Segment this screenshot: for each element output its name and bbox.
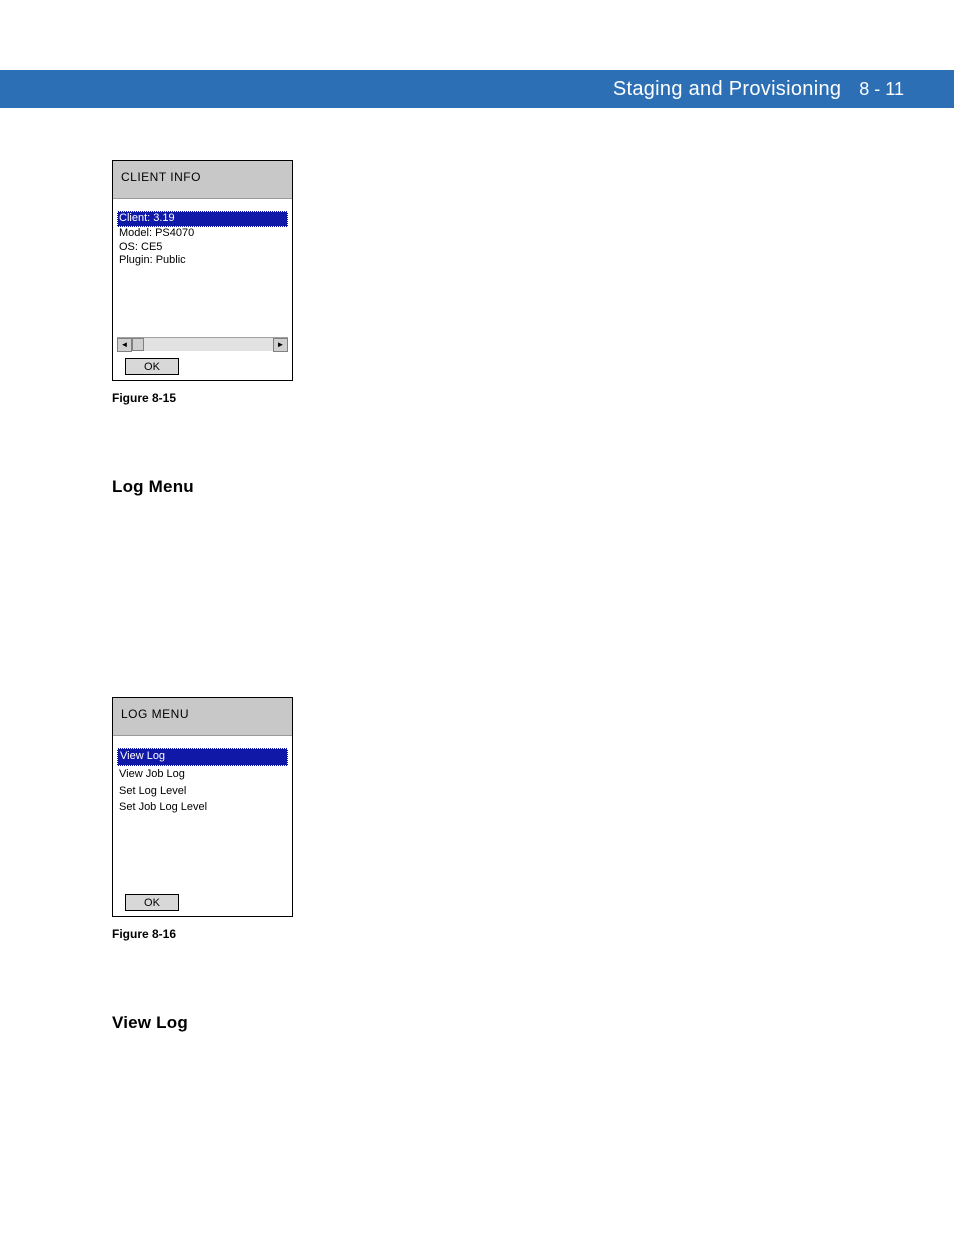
ok-button-label: OK [144,361,160,373]
ok-button[interactable]: OK [125,894,179,911]
scroll-track[interactable] [144,338,273,351]
client-info-line-model: Model: PS4070 [117,227,288,241]
figure-16-caption: Figure 8-16 [112,927,852,941]
log-menu-item-set-job-log-level[interactable]: Set Job Log Level [117,800,288,816]
horizontal-scrollbar[interactable]: ◄ ► [117,337,288,351]
page-header-bar: Staging and Provisioning 8 - 11 [0,70,954,108]
log-menu-dialog: LOG MENU View Log View Job Log Set Log L… [112,697,293,917]
client-info-dialog-title: CLIENT INFO [113,161,292,199]
view-log-heading: View Log [112,1013,852,1033]
scroll-right-button[interactable]: ► [273,338,288,352]
log-menu-item-view-log[interactable]: View Log [117,748,288,766]
ok-button-label: OK [144,897,160,909]
log-menu-footer: OK [113,891,292,916]
log-menu-body: View Log View Job Log Set Log Level Set … [113,736,292,891]
page-header-number: 8 - 11 [859,79,904,100]
page-content-area: CLIENT INFO Client: 3.19 Model: PS4070 O… [112,160,852,1043]
spacer [112,507,852,697]
ok-button[interactable]: OK [125,358,179,375]
client-info-line-plugin: Plugin: Public [117,254,288,268]
client-info-line-os: OS: CE5 [117,241,288,255]
triangle-left-icon: ◄ [121,341,129,349]
log-menu-heading: Log Menu [112,477,852,497]
client-info-body: Client: 3.19 Model: PS4070 OS: CE5 Plugi… [113,199,292,337]
client-info-footer: OK [113,355,292,380]
figure-15-caption: Figure 8-15 [112,391,852,405]
page-header-title: Staging and Provisioning [613,78,841,101]
client-info-dialog: CLIENT INFO Client: 3.19 Model: PS4070 O… [112,160,293,381]
client-info-line-selected[interactable]: Client: 3.19 [117,211,288,227]
scroll-thumb[interactable] [132,338,144,351]
log-menu-dialog-title: LOG MENU [113,698,292,736]
triangle-right-icon: ► [277,341,285,349]
log-menu-item-view-job-log[interactable]: View Job Log [117,767,288,783]
scroll-left-button[interactable]: ◄ [117,338,132,352]
log-menu-item-set-log-level[interactable]: Set Log Level [117,784,288,800]
